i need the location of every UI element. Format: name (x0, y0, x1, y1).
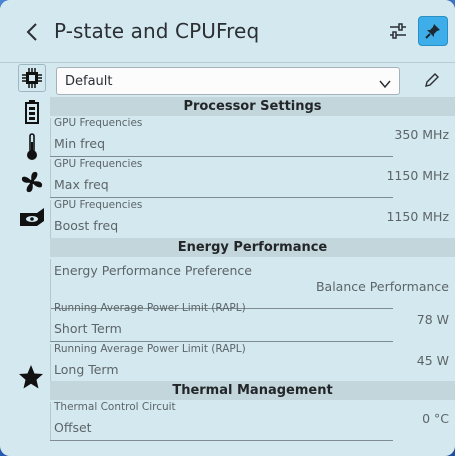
sidebar (0, 63, 48, 456)
field-value: 1150 MHz (386, 209, 449, 224)
field-underline (50, 440, 393, 441)
chevron-down-icon (379, 75, 391, 94)
cpu-selected-frame (18, 64, 46, 92)
settings-button[interactable] (383, 16, 413, 46)
chevron-left-icon (26, 23, 37, 41)
field-label: Energy Performance Preference (54, 263, 252, 278)
star-icon (19, 365, 43, 389)
offset-field[interactable]: Thermal Control Circuit Offset 0 °C (50, 400, 455, 441)
pin-icon (425, 24, 440, 39)
sidebar-item-thermal[interactable] (16, 132, 48, 162)
gpu-card-icon (20, 208, 44, 226)
back-button[interactable] (20, 20, 44, 44)
field-value: 350 MHz (394, 127, 449, 142)
fan-icon (21, 171, 43, 193)
field-label: Min freq (54, 136, 106, 151)
thermometer-icon (27, 133, 37, 160)
field-value: 45 W (416, 353, 449, 368)
short-term-field[interactable]: Running Average Power Limit (RAPL) Short… (50, 301, 455, 342)
long-term-field[interactable]: Running Average Power Limit (RAPL) Long … (50, 342, 455, 383)
edit-profile-button[interactable] (420, 67, 444, 93)
section-thermal-management: Thermal Management (50, 381, 455, 400)
field-category: GPU Frequencies (54, 158, 143, 170)
sidebar-item-fan[interactable] (16, 167, 48, 197)
field-label: Boost freq (54, 218, 119, 233)
field-border (50, 303, 51, 341)
cpu-chip-icon (22, 68, 42, 88)
field-value: 1150 MHz (386, 168, 449, 183)
field-border (50, 402, 51, 440)
pencil-icon (425, 73, 439, 87)
field-border (50, 344, 51, 382)
favorites-button[interactable] (16, 362, 46, 392)
field-category: GPU Frequencies (54, 117, 143, 129)
section-energy-performance: Energy Performance (50, 238, 455, 257)
field-label: Short Term (54, 321, 122, 336)
battery-icon (25, 100, 39, 124)
pin-button[interactable] (418, 16, 448, 46)
sidebar-item-battery[interactable] (16, 97, 48, 127)
profile-select-value: Default (65, 74, 113, 89)
field-value: 0 °C (422, 411, 449, 426)
sidebar-item-gpu[interactable] (16, 202, 48, 232)
boost-freq-field[interactable]: GPU Frequencies Boost freq 1150 MHz (50, 198, 455, 239)
section-processor-settings: Processor Settings (50, 97, 455, 116)
page-title: P-state and CPUFreq (54, 19, 260, 43)
field-value: 78 W (416, 312, 449, 327)
field-border (50, 200, 51, 238)
profile-select[interactable]: Default (56, 67, 400, 95)
field-label: Max freq (54, 177, 109, 192)
min-freq-field[interactable]: GPU Frequencies Min freq 350 MHz (50, 116, 455, 157)
sliders-icon (390, 23, 406, 39)
field-value: Balance Performance (315, 279, 449, 294)
field-border (50, 259, 51, 307)
content-panel: Default Processor Settings GPU Frequenci… (50, 63, 455, 456)
sidebar-item-cpu[interactable] (16, 63, 48, 93)
app-window: P-state and CPUFreq Default Processor Se… (0, 0, 455, 456)
field-category: Thermal Control Circuit (54, 401, 176, 413)
field-label: Long Term (54, 362, 119, 377)
max-freq-field[interactable]: GPU Frequencies Max freq 1150 MHz (50, 157, 455, 198)
field-border (50, 159, 51, 197)
field-category: Running Average Power Limit (RAPL) (54, 343, 246, 355)
field-border (50, 118, 51, 156)
field-label: Offset (54, 420, 92, 435)
field-category: Running Average Power Limit (RAPL) (54, 302, 246, 314)
header-bar: P-state and CPUFreq (0, 0, 455, 63)
field-category: GPU Frequencies (54, 199, 143, 211)
